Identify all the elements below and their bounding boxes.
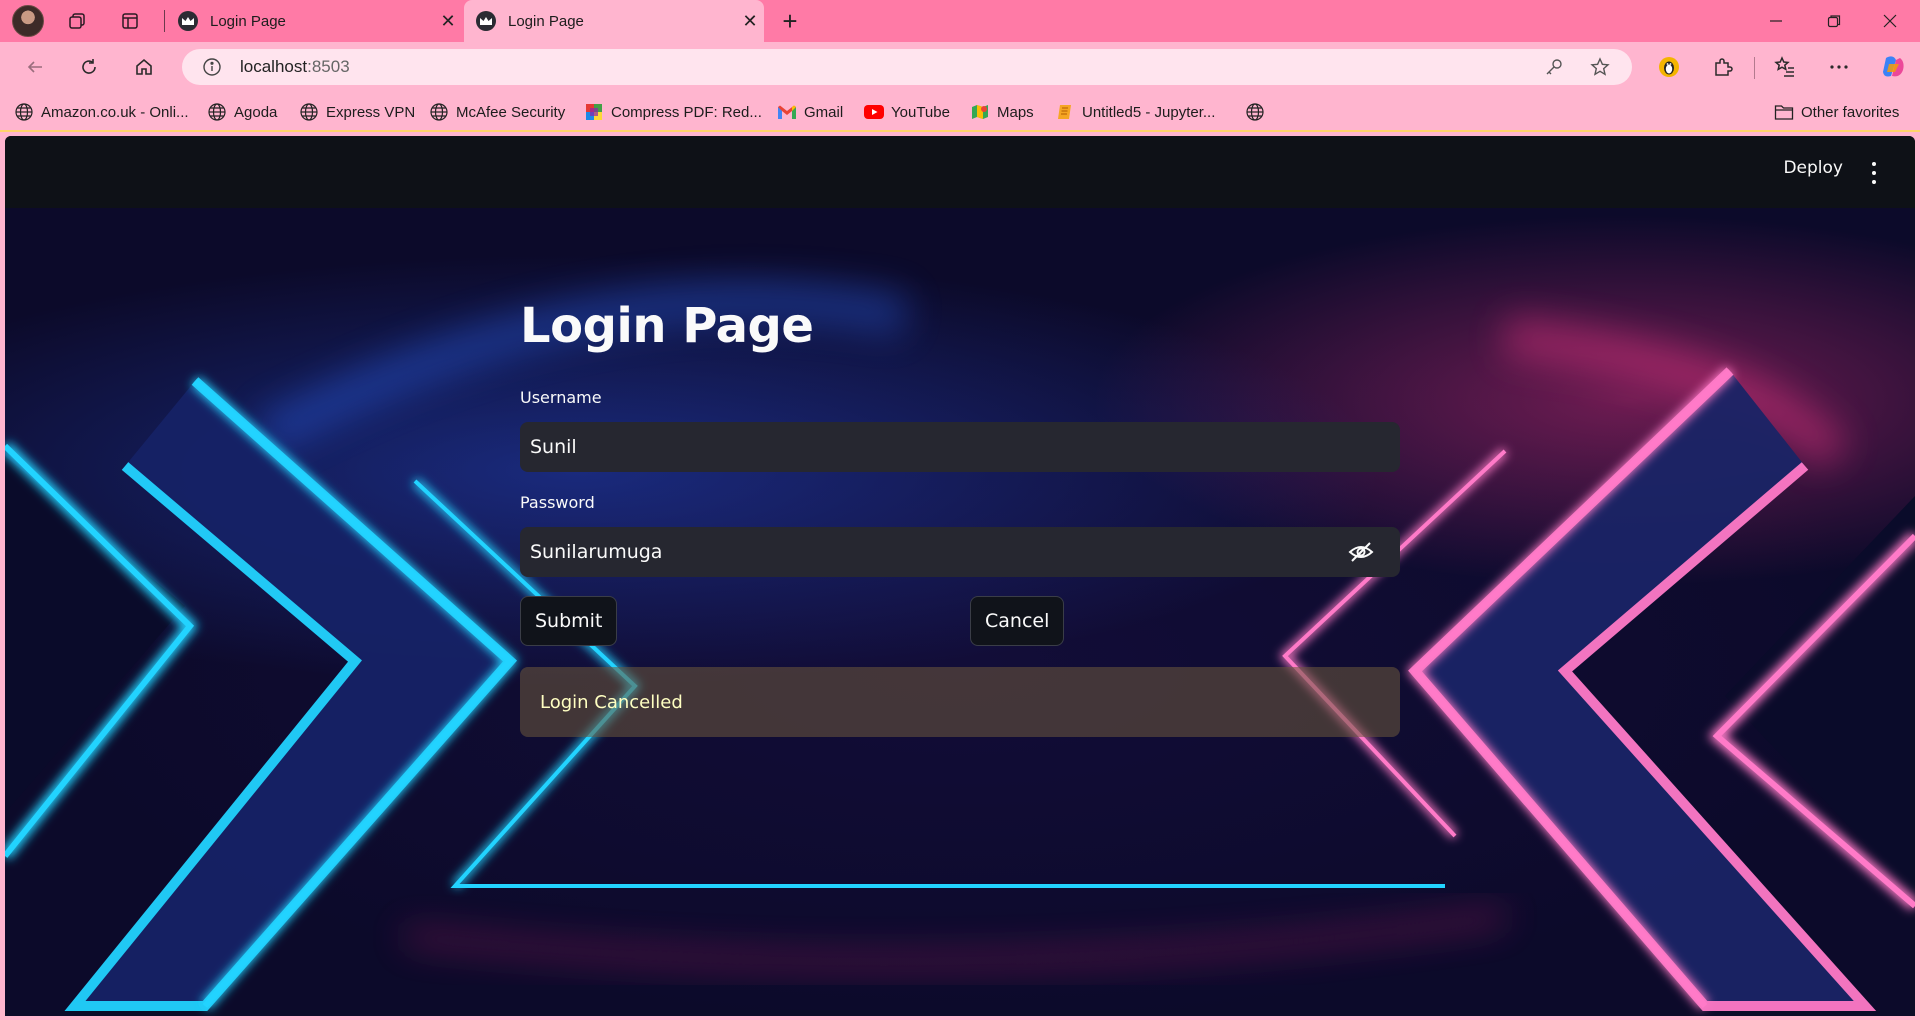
more-options-icon[interactable] — [1822, 51, 1856, 83]
bookmark-agoda[interactable]: Agoda — [207, 100, 277, 124]
close-icon[interactable]: ✕ — [736, 11, 764, 32]
password-value: Sunilarumuga — [530, 541, 663, 563]
bookmarks-bar: Amazon.co.uk - Onli... Agoda Express VPN… — [0, 92, 1920, 132]
url-text[interactable]: localhost:8503 — [240, 57, 350, 77]
jupyter-icon — [1055, 102, 1075, 122]
compress-pdf-icon — [584, 102, 604, 122]
other-favorites-folder[interactable]: Other favorites — [1774, 100, 1899, 124]
tab-login-page-1[interactable]: Login Page ✕ — [166, 0, 462, 42]
username-label: Username — [520, 388, 602, 407]
globe-icon — [207, 102, 227, 122]
workspaces-icon[interactable] — [60, 6, 94, 36]
tab-separator — [164, 10, 165, 32]
bookmark-gmail[interactable]: Gmail — [777, 100, 843, 124]
bookmark-compress-pdf[interactable]: Compress PDF: Red... — [584, 100, 762, 124]
close-icon[interactable]: ✕ — [434, 11, 462, 32]
home-icon[interactable] — [127, 51, 161, 83]
main-menu-icon[interactable] — [1869, 162, 1879, 184]
youtube-icon — [864, 102, 884, 122]
tab-actions-icon[interactable] — [113, 6, 147, 36]
bookmark-label: Gmail — [804, 103, 844, 121]
bookmark-label: Maps — [997, 103, 1034, 121]
hide-password-icon[interactable] — [1348, 540, 1374, 564]
cancel-button[interactable]: Cancel — [970, 596, 1065, 646]
username-input[interactable]: Sunil — [520, 422, 1400, 472]
globe-icon — [14, 102, 34, 122]
password-key-icon[interactable] — [1540, 55, 1568, 79]
browser-toolbar: localhost:8503 — [0, 42, 1920, 92]
bookmark-label: Untitled5 - Jupyter... — [1082, 103, 1216, 121]
toolbar-separator — [1754, 57, 1755, 79]
tab-login-page-2[interactable]: Login Page ✕ — [464, 0, 764, 42]
bookmark-unnamed[interactable] — [1245, 100, 1272, 124]
bookmark-youtube[interactable]: YouTube — [864, 100, 950, 124]
bookmark-mcafee[interactable]: McAfee Security — [429, 100, 565, 124]
bookmark-label: YouTube — [891, 103, 950, 121]
folder-icon — [1774, 102, 1794, 122]
status-alert: Login Cancelled — [520, 667, 1400, 737]
bookmark-label: Compress PDF: Red... — [611, 103, 762, 121]
bookmark-label: Agoda — [234, 103, 278, 121]
tab-title: Login Page — [210, 12, 286, 30]
bookmark-amazon[interactable]: Amazon.co.uk - Onli... — [14, 100, 189, 124]
tab-title: Login Page — [508, 12, 584, 30]
streamlit-crown-icon — [476, 11, 496, 31]
deploy-button[interactable]: Deploy — [1783, 158, 1843, 186]
close-window-icon[interactable] — [1862, 0, 1918, 42]
site-info-icon[interactable] — [192, 57, 232, 77]
extensions-puzzle-icon[interactable] — [1706, 51, 1740, 83]
page-title: Login Page — [520, 298, 814, 354]
globe-icon — [1245, 102, 1265, 122]
favorites-list-icon[interactable] — [1768, 51, 1802, 83]
back-arrow-icon[interactable] — [18, 51, 52, 83]
restore-icon[interactable] — [1806, 0, 1862, 42]
favorite-star-icon[interactable] — [1586, 55, 1614, 79]
bookmark-maps[interactable]: Maps — [970, 100, 1034, 124]
refresh-icon[interactable] — [72, 51, 106, 83]
bookmark-label: Amazon.co.uk - Onli... — [41, 103, 189, 121]
profile-avatar[interactable] — [12, 5, 44, 37]
new-tab-button[interactable]: + — [774, 5, 806, 37]
maps-icon — [970, 102, 990, 122]
address-bar[interactable]: localhost:8503 — [182, 49, 1632, 85]
copilot-icon[interactable] — [1876, 51, 1910, 83]
browser-tab-bar: Login Page ✕ Login Page ✕ + — [0, 0, 1920, 42]
alert-text: Login Cancelled — [540, 691, 683, 713]
url-port: :8503 — [307, 57, 350, 76]
minimize-icon[interactable] — [1748, 0, 1804, 42]
globe-icon — [299, 102, 319, 122]
gmail-icon — [777, 102, 797, 122]
bookmark-label: McAfee Security — [456, 103, 566, 121]
other-favorites-label: Other favorites — [1801, 103, 1900, 121]
password-label: Password — [520, 493, 595, 512]
streamlit-crown-icon — [178, 11, 198, 31]
extension-penguin-icon[interactable] — [1652, 51, 1686, 83]
page-viewport: Deploy Login Page Username Sunil Passwor… — [5, 136, 1915, 1016]
username-value: Sunil — [530, 436, 577, 458]
app-header: Deploy — [5, 136, 1915, 208]
url-host: localhost — [240, 57, 308, 76]
submit-button[interactable]: Submit — [520, 596, 618, 646]
bookmark-label: Express VPN — [326, 103, 416, 121]
bookmark-express-vpn[interactable]: Express VPN — [299, 100, 415, 124]
globe-icon — [429, 102, 449, 122]
password-input[interactable]: Sunilarumuga — [520, 527, 1400, 577]
bookmark-jupyter[interactable]: Untitled5 - Jupyter... — [1055, 100, 1215, 124]
